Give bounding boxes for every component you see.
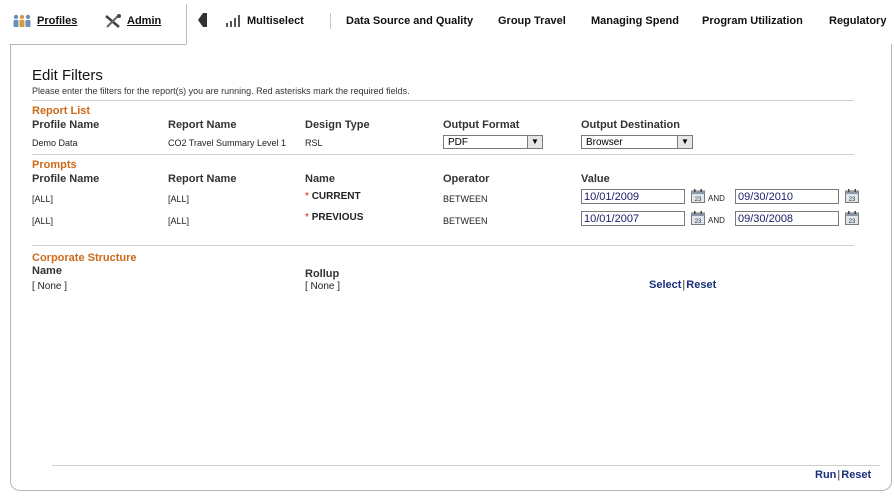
and-label: AND — [708, 194, 725, 203]
and-label: AND — [708, 216, 725, 225]
date-to-input[interactable]: 09/30/2010 — [735, 189, 839, 204]
tab-divider — [186, 4, 187, 44]
select-link[interactable]: Select — [649, 279, 681, 291]
toolbar-separator — [330, 13, 331, 29]
corporate-name-value: [ None ] — [32, 281, 68, 292]
back-arrow-icon — [198, 13, 207, 27]
svg-text:23: 23 — [849, 197, 856, 203]
edit-filters-panel — [10, 44, 892, 491]
col-name: Name — [305, 173, 335, 185]
prompt-profile-value: [ALL] — [32, 216, 54, 226]
admin-label: Admin — [127, 15, 162, 27]
col-rollup: Rollup — [305, 268, 340, 280]
footer-reset-link[interactable]: Reset — [841, 469, 871, 481]
col-operator: Operator — [443, 173, 490, 185]
corporate-structure-heading: Corporate Structure — [32, 252, 137, 264]
menu-regulatory[interactable]: Regulatory — [829, 12, 886, 30]
run-link[interactable]: Run — [815, 469, 836, 481]
calendar-icon[interactable]: 23 — [845, 189, 859, 203]
col-output-format: Output Format — [443, 119, 520, 131]
prompt-operator-value: BETWEEN — [443, 194, 488, 204]
menu-group-travel[interactable]: Group Travel — [498, 12, 566, 30]
calendar-icon[interactable]: 23 — [691, 189, 705, 203]
collapse-button[interactable] — [196, 12, 208, 30]
design-type-value: RSL — [305, 138, 323, 148]
date-from-input[interactable]: 10/01/2007 — [581, 211, 685, 226]
report-list-heading: Report List — [32, 105, 91, 117]
multiselect-label: Multiselect — [247, 15, 304, 27]
date-to-input[interactable]: 09/30/2008 — [735, 211, 839, 226]
prompt-name-label: PREVIOUS — [311, 212, 364, 223]
footer-actions: Run|Reset — [815, 469, 871, 481]
admin-button[interactable]: Admin — [104, 12, 161, 30]
prompt-name-label: CURRENT — [311, 191, 361, 202]
divider — [32, 154, 854, 155]
prompt-report-value: [ALL] — [168, 194, 190, 204]
profiles-button[interactable]: Profiles — [12, 12, 77, 30]
output-format-value: PDF — [448, 137, 468, 148]
col-value: Value — [581, 173, 610, 185]
col-design-type: Design Type — [305, 119, 370, 131]
divider — [32, 245, 854, 246]
menu-managing-spend[interactable]: Managing Spend — [591, 12, 679, 30]
dropdown-arrow-icon[interactable]: ▼ — [527, 136, 542, 148]
footer-divider — [52, 465, 880, 466]
col-name: Name — [32, 265, 62, 277]
tools-icon — [105, 14, 121, 29]
svg-text:23: 23 — [849, 219, 856, 225]
menu-program-utilization[interactable]: Program Utilization — [702, 12, 803, 30]
page-subtitle: Please enter the filters for the report(… — [32, 86, 410, 96]
prompt-report-value: [ALL] — [168, 216, 190, 226]
page-title: Edit Filters — [32, 67, 103, 84]
multiselect-button[interactable]: Multiselect — [226, 12, 304, 30]
rollup-value: [ None ] — [305, 281, 341, 292]
bar-chart-icon — [226, 15, 240, 28]
required-asterisk: * — [305, 212, 309, 223]
report-name-value: CO2 Travel Summary Level 1 — [168, 138, 287, 148]
col-profile-name: Profile Name — [32, 173, 100, 185]
svg-text:23: 23 — [695, 219, 702, 225]
prompt-profile-value: [ALL] — [32, 194, 54, 204]
col-report-name: Report Name — [168, 173, 237, 185]
prompt-operator-value: BETWEEN — [443, 216, 488, 226]
col-output-destination: Output Destination — [581, 119, 680, 131]
menu-data-source-quality[interactable]: Data Source and Quality — [346, 12, 473, 30]
panel-top-border — [10, 44, 186, 45]
report-profile-value: Demo Data — [32, 138, 78, 148]
col-report-name: Report Name — [168, 119, 237, 131]
calendar-icon[interactable]: 23 — [691, 211, 705, 225]
divider — [32, 100, 854, 101]
link-divider: | — [837, 469, 841, 481]
dropdown-arrow-icon[interactable]: ▼ — [677, 136, 692, 148]
prompt-name-previous: * PREVIOUS — [305, 212, 363, 223]
calendar-icon[interactable]: 23 — [845, 211, 859, 225]
svg-text:23: 23 — [695, 197, 702, 203]
output-destination-select[interactable]: Browser ▼ — [581, 135, 693, 149]
people-icon — [13, 14, 31, 28]
top-toolbar: Profiles Admin Multiselect Data Source a… — [0, 0, 894, 44]
output-destination-value: Browser — [586, 137, 623, 148]
link-divider: | — [682, 279, 686, 291]
profiles-label: Profiles — [37, 15, 78, 27]
corporate-actions: Select|Reset — [649, 279, 716, 291]
col-profile-name: Profile Name — [32, 119, 100, 131]
reset-link[interactable]: Reset — [686, 279, 716, 291]
output-format-select[interactable]: PDF ▼ — [443, 135, 543, 149]
date-from-input[interactable]: 10/01/2009 — [581, 189, 685, 204]
prompt-name-current: * CURRENT — [305, 191, 361, 202]
required-asterisk: * — [305, 191, 309, 202]
prompts-heading: Prompts — [32, 159, 77, 171]
